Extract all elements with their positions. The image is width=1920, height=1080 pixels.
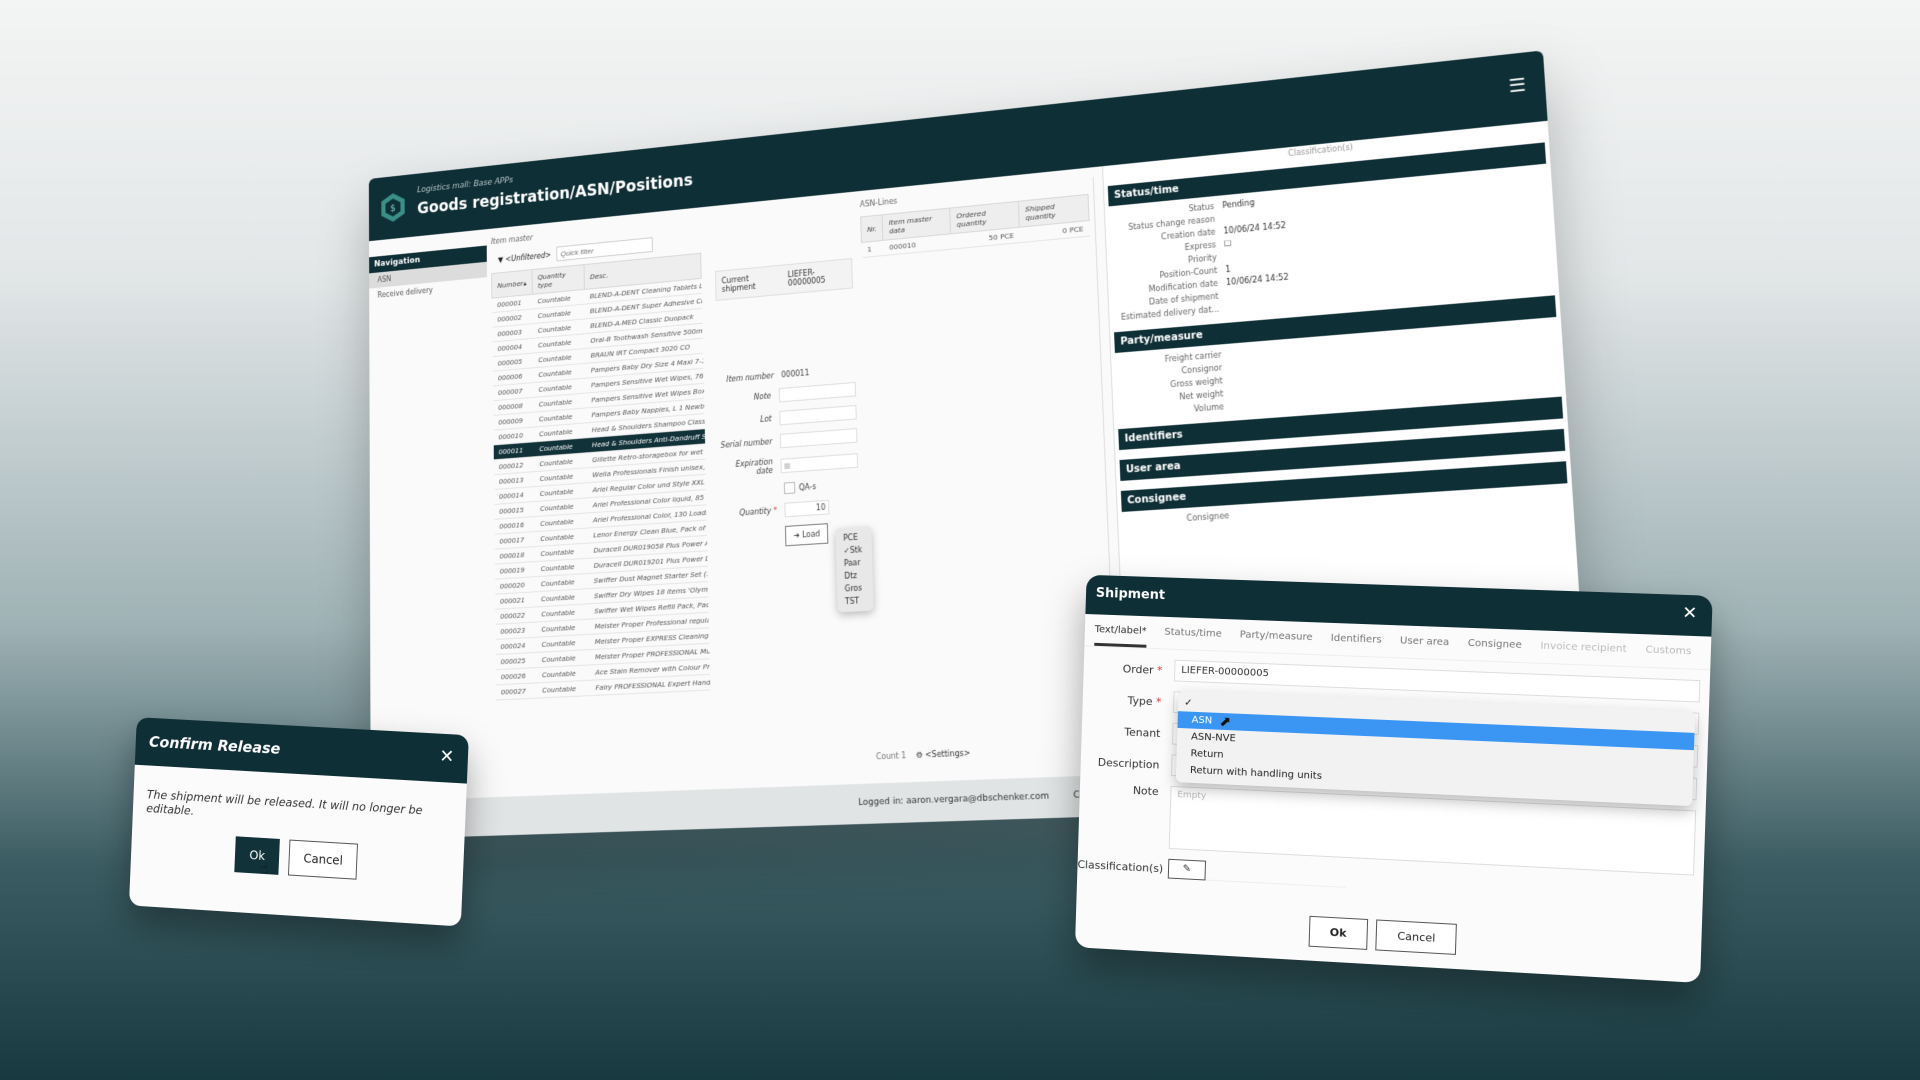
qa-label: QA-s — [798, 481, 817, 492]
tab-status-time[interactable]: Status/time — [1164, 627, 1222, 651]
confirm-cancel-button[interactable]: Cancel — [288, 839, 359, 880]
filter-label: <Unfiltered> — [505, 250, 552, 264]
qa-checkbox[interactable] — [783, 481, 796, 495]
note-label: Note — [753, 391, 772, 402]
item-number-cell: 000027 — [495, 682, 537, 701]
tab-consignee[interactable]: Consignee — [1467, 638, 1522, 662]
shipment-ok-button[interactable]: Ok — [1308, 915, 1369, 950]
asn-lines-footer: Count 1 ⚙ <Settings> — [876, 749, 970, 762]
consignee-label: Consignee — [1186, 511, 1230, 523]
description-label: Description — [1097, 755, 1160, 772]
current-shipment: Current shipment LIEFER-00000005 — [715, 258, 853, 301]
note-label: Note — [1132, 784, 1159, 799]
expiration-date-input[interactable]: ▦ — [780, 452, 859, 473]
quantity-label: Quantity * — [739, 506, 778, 518]
gear-icon: ⚙ — [915, 750, 923, 760]
classification-label: Classification(s) — [1077, 857, 1164, 875]
item-number-value: 000011 — [781, 368, 810, 380]
tab-party-measure[interactable]: Party/measure — [1239, 630, 1313, 655]
tab-text-label[interactable]: Text/label* — [1094, 624, 1147, 648]
arrow-right-icon: ➜ — [793, 530, 800, 540]
hamburger-menu-icon[interactable]: ☰ — [1508, 75, 1527, 98]
unit-option-tst[interactable]: TST — [837, 594, 873, 609]
sort-icon: ▴ — [523, 278, 527, 287]
column-header-nr[interactable]: Nr. — [860, 214, 884, 243]
edit-icon: ✎ — [1182, 863, 1192, 875]
field-value: 10/06/24 14:52 — [1223, 220, 1287, 236]
item-master-panel: Item master ▼ <Unfiltered> Number▴ Quant… — [491, 217, 710, 701]
edit-classification-button[interactable]: ✎ — [1167, 858, 1207, 881]
filter-icon: ▼ — [497, 255, 504, 264]
item-number-label: Item number — [726, 371, 774, 384]
tab-customs[interactable]: Customs — [1645, 644, 1691, 668]
lot-input[interactable] — [778, 404, 857, 426]
classification-field — [1205, 861, 1347, 888]
lot-label: Lot — [760, 414, 772, 424]
field-value: 10/06/24 14:52 — [1225, 272, 1289, 288]
order-label: Order * — [1122, 662, 1163, 677]
svg-text:$: $ — [390, 204, 395, 215]
field-value: ☐ — [1223, 238, 1232, 249]
shipment-dialog: Shipment ✕ Text/label* Status/time Party… — [1074, 574, 1713, 984]
quick-filter-input[interactable] — [556, 237, 653, 262]
count-label: Count 1 — [875, 751, 907, 762]
confirm-release-dialog: Confirm Release ✕ The shipment will be r… — [128, 717, 469, 927]
tab-user-area[interactable]: User area — [1399, 635, 1450, 659]
logged-in-user: Logged in: aaron.vergara@dbschenker.com — [858, 791, 1050, 809]
note-input[interactable] — [778, 381, 857, 403]
navigation-panel: Navigation ASN Receive delivery — [369, 229, 492, 801]
position-panel: Current shipment LIEFER-00000005 Item nu… — [714, 201, 874, 613]
quantity-type-cell: Countable — [536, 680, 591, 699]
field-value: 1 — [1225, 264, 1231, 275]
shipment-cancel-button[interactable]: Cancel — [1375, 919, 1458, 955]
field-value: Pending — [1222, 198, 1255, 211]
filter-button[interactable]: ▼ <Unfiltered> — [498, 250, 551, 263]
calendar-icon[interactable]: ▦ — [784, 460, 791, 469]
asn-lines-panel: ASN-Lines Nr. Item master data Ordered q… — [859, 176, 1117, 734]
expiration-date-label: Expiration date — [735, 457, 774, 476]
item-master-table: Number▴ Quantity type Desc. 000001 Counta… — [491, 253, 710, 701]
mouse-cursor-icon: ⬈ — [1219, 713, 1232, 731]
tenant-label: Tenant — [1124, 725, 1161, 740]
check-icon: ✓ — [1184, 697, 1193, 709]
serial-number-label: Serial number — [720, 437, 773, 450]
quantity-input[interactable]: 10 — [784, 499, 830, 518]
page-title: Goods registration/ASN/Positions — [417, 171, 693, 219]
confirm-ok-button[interactable]: Ok ☝ — [234, 836, 281, 878]
type-label: Type * — [1127, 693, 1162, 708]
unit-dropdown[interactable]: PCE ✓Stk Paar Dtz Gros TST — [835, 526, 874, 613]
confirm-dialog-title: Confirm Release — [148, 732, 281, 758]
close-icon[interactable]: ✕ — [1682, 603, 1698, 624]
serial-number-input[interactable] — [779, 428, 858, 449]
load-button[interactable]: ➜ Load — [784, 523, 829, 547]
hand-cursor-icon: ☝ — [259, 860, 269, 878]
close-icon[interactable]: ✕ — [439, 746, 455, 768]
position-form: Item number 000011 Note Lot Serial number… — [717, 365, 860, 551]
shipment-dialog-title: Shipment — [1095, 585, 1166, 604]
tab-identifiers[interactable]: Identifiers — [1330, 633, 1382, 657]
app-logo-icon: $ — [381, 191, 405, 223]
tab-invoice-recipient[interactable]: Invoice recipient — [1540, 641, 1627, 666]
settings-button[interactable]: ⚙ <Settings> — [916, 749, 971, 760]
current-shipment-label: Current shipment — [721, 274, 756, 294]
current-shipment-value: LIEFER-00000005 — [787, 268, 826, 288]
